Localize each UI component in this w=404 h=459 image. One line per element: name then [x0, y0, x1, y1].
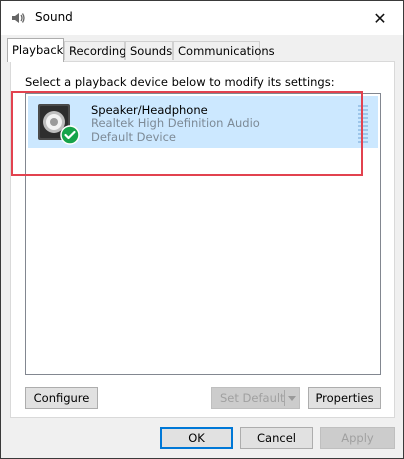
device-details: Realtek High Definition Audio Default De… — [91, 116, 260, 144]
close-button[interactable]: ✕ — [357, 1, 403, 35]
chevron-down-icon[interactable] — [288, 396, 296, 401]
playback-device-list[interactable]: Speaker/Headphone Realtek High Definitio… — [25, 93, 381, 375]
title-bar: Sound ✕ — [1, 1, 403, 35]
ok-button[interactable]: OK — [160, 427, 233, 449]
set-default-label: Set Default — [220, 391, 285, 405]
set-default-divider — [284, 390, 285, 406]
window-title: Sound — [35, 10, 73, 24]
properties-button[interactable]: Properties — [308, 387, 381, 409]
green-check-icon — [60, 125, 80, 145]
tab-playback[interactable]: Playback — [7, 38, 64, 62]
instruction-text: Select a playback device below to modify… — [25, 75, 335, 89]
playback-panel: Select a playback device below to modify… — [10, 61, 395, 418]
tab-communications[interactable]: Communications — [173, 41, 275, 60]
sound-dialog: Sound ✕ Playback Recording Sounds Commun… — [0, 0, 404, 459]
device-name: Speaker/Headphone — [91, 103, 208, 117]
device-driver: Realtek High Definition Audio — [91, 116, 260, 130]
close-icon: ✕ — [373, 8, 387, 28]
set-default-button[interactable]: Set Default — [211, 387, 300, 409]
device-status: Default Device — [91, 130, 177, 144]
configure-button[interactable]: Configure — [25, 387, 98, 409]
speaker-app-icon — [12, 13, 25, 23]
tab-recording[interactable]: Recording — [64, 41, 127, 60]
device-list-item[interactable]: Speaker/Headphone Realtek High Definitio… — [28, 96, 378, 148]
volume-meter-icon — [358, 105, 368, 143]
tab-sounds[interactable]: Sounds — [125, 41, 173, 60]
apply-button[interactable]: Apply — [320, 427, 395, 449]
cancel-button[interactable]: Cancel — [240, 427, 313, 449]
speaker-icon — [38, 104, 80, 145]
tab-strip: Playback Recording Sounds Communications — [1, 35, 403, 63]
